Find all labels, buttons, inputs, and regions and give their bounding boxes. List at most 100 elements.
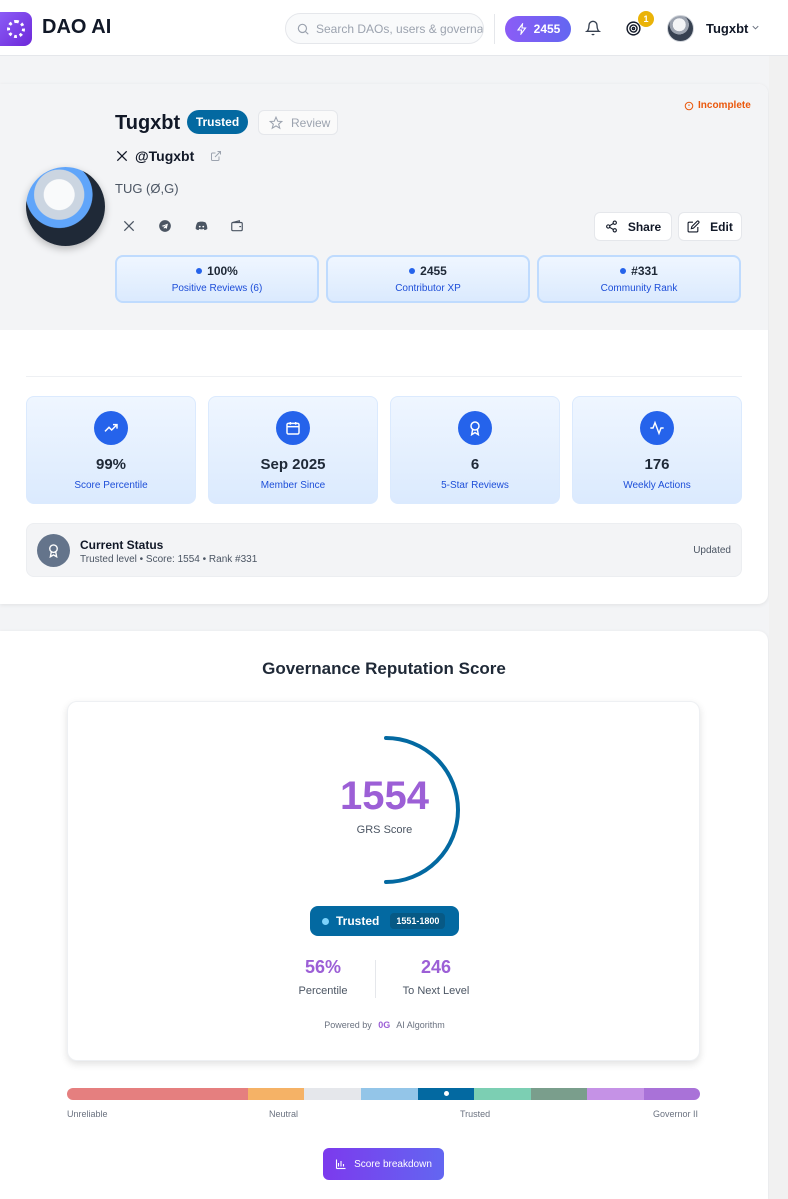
xp-value: 2455	[533, 22, 561, 36]
edit-icon	[687, 220, 700, 233]
tier-segment	[248, 1088, 304, 1100]
powered-by: Powered by 0G AI Algorithm	[68, 1020, 701, 1030]
mini-stat-reviews[interactable]: 100% Positive Reviews (6)	[115, 255, 319, 303]
stat-label: Weekly Actions	[623, 480, 691, 491]
page-scrollbar[interactable]	[769, 56, 788, 1199]
tier-segment	[418, 1088, 474, 1100]
wallet-icon[interactable]	[229, 218, 245, 234]
profile-header: Incomplete Tugxbt Trusted Review @Tugxbt…	[0, 84, 768, 330]
mini-stat-label: Contributor XP	[395, 283, 461, 294]
mini-stat-label: Positive Reviews (6)	[171, 283, 263, 294]
powered-prefix: Powered by	[324, 1020, 372, 1030]
alert-circle-icon	[684, 101, 694, 110]
incomplete-label: Incomplete	[698, 100, 751, 111]
score-breakdown-button[interactable]: Score breakdown	[323, 1148, 444, 1180]
external-link-icon[interactable]	[210, 150, 222, 162]
twitter-handle[interactable]: @Tugxbt	[135, 148, 194, 164]
section-divider	[26, 376, 742, 377]
incomplete-status[interactable]: Incomplete	[684, 100, 751, 111]
notification-badge: 1	[638, 11, 654, 27]
review-button[interactable]: Review	[258, 110, 338, 135]
tier-dot	[322, 917, 329, 925]
header-divider	[494, 14, 495, 44]
stat-value: 176	[644, 456, 670, 473]
profile-avatar	[26, 167, 105, 246]
score-gauge-panel: 1554 GRS Score Trusted 1551-1800 56% Per…	[67, 701, 700, 1061]
stat-value: 6	[470, 456, 480, 473]
percentile-label: Percentile	[298, 985, 348, 997]
logo-icon	[7, 20, 25, 38]
logo[interactable]	[0, 12, 32, 46]
social-links	[121, 218, 245, 234]
score-title: Governance Reputation Score	[262, 659, 506, 678]
chevron-down-icon[interactable]	[750, 22, 761, 33]
next-level-label: To Next Level	[402, 985, 470, 997]
profile-card: Incomplete Tugxbt Trusted Review @Tugxbt…	[0, 84, 768, 604]
score-breakdown-label: Score breakdown	[354, 1158, 432, 1170]
percentile-metric: 56% Percentile	[258, 957, 388, 997]
bar-chart-icon	[336, 1159, 346, 1170]
tier-range: 1551-1800	[390, 913, 446, 929]
stat-card-weekly-actions: 176 Weekly Actions	[572, 396, 742, 504]
trusted-badge: Trusted	[187, 110, 248, 134]
search-icon	[297, 23, 309, 35]
tier-segment	[474, 1088, 531, 1100]
stat-card-reviews: 6 5-Star Reviews	[390, 396, 560, 504]
stat-card-percentile: 99% Score Percentile	[26, 396, 196, 504]
edit-button[interactable]: Edit	[678, 212, 742, 241]
trending-up-icon	[94, 411, 128, 445]
next-level-metric: 246 To Next Level	[371, 957, 501, 997]
score-card: Governance Reputation Score 1554 GRS Sco…	[0, 631, 768, 1199]
xp-button[interactable]: 2455	[505, 16, 571, 42]
x-social-icon[interactable]	[121, 218, 137, 234]
percentile-value: 56%	[304, 957, 342, 977]
user-avatar[interactable]	[667, 15, 694, 42]
status-detail: Trusted level • Score: 1554 • Rank #331	[80, 554, 258, 565]
tier-label-neutral: Neutral	[269, 1109, 299, 1119]
powered-suffix: AI Algorithm	[396, 1020, 445, 1030]
discord-icon[interactable]	[193, 218, 209, 234]
share-icon	[605, 220, 617, 233]
star-icon	[269, 115, 283, 129]
tier-scale-bar	[67, 1088, 700, 1100]
bell-icon[interactable]	[585, 20, 601, 36]
profile-name: Tugxbt	[115, 112, 181, 134]
tier-segment	[644, 1088, 700, 1100]
search-box[interactable]	[285, 13, 484, 44]
status-title: Current Status	[80, 538, 164, 552]
tier-label-unreliable: Unreliable	[67, 1109, 108, 1119]
mini-stat-value: #331	[620, 264, 658, 278]
tier-segment	[361, 1088, 418, 1100]
tier-marker	[444, 1091, 449, 1096]
mini-stat-value: 2455	[409, 264, 447, 278]
share-label: Share	[627, 219, 662, 234]
tier-segment	[304, 1088, 361, 1100]
search-input[interactable]	[316, 21, 483, 36]
powered-brand: 0G	[378, 1020, 391, 1030]
award-icon	[37, 534, 70, 567]
tier-name: Trusted	[336, 914, 380, 928]
telegram-icon[interactable]	[157, 218, 173, 234]
tier-label-governor: Governor II	[653, 1109, 699, 1119]
grs-score-label: GRS Score	[356, 824, 413, 836]
mini-stat-xp[interactable]: 2455 Contributor XP	[326, 255, 530, 303]
brand-name[interactable]: DAO AI	[42, 16, 111, 39]
share-button[interactable]: Share	[594, 212, 672, 241]
tier-segment	[531, 1088, 587, 1100]
tier-segment	[587, 1088, 644, 1100]
stat-value: Sep 2025	[260, 456, 326, 473]
mini-stat-rank[interactable]: #331 Community Rank	[537, 255, 741, 303]
stat-card-member-since: Sep 2025 Member Since	[208, 396, 378, 504]
stat-label: Score Percentile	[74, 480, 148, 491]
lightning-icon	[516, 23, 527, 35]
tier-label-trusted: Trusted	[460, 1109, 491, 1119]
status-updated: Updated	[693, 545, 731, 556]
award-icon	[458, 411, 492, 445]
stat-label: Member Since	[260, 480, 326, 491]
twitter-handle-row[interactable]: @Tugxbt	[115, 148, 222, 164]
mini-stat-value: 100%	[196, 264, 238, 278]
header-username[interactable]: Tugxbt	[706, 21, 748, 36]
top-header: DAO AI 2455 1 Tugxbt	[0, 0, 788, 56]
x-logo-icon	[116, 150, 128, 162]
current-status-bar: Current Status Trusted level • Score: 15…	[26, 523, 742, 577]
